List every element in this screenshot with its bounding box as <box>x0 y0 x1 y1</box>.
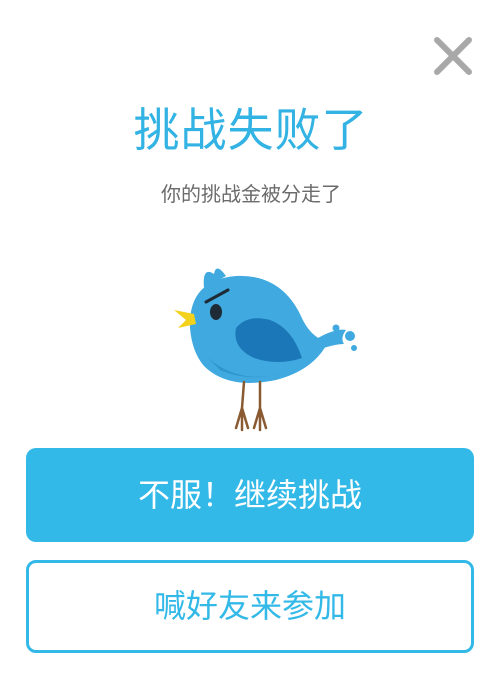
bird-illustration <box>168 258 368 438</box>
close-icon <box>434 37 472 75</box>
subtitle-text: 你的挑战金被分走了 <box>161 182 341 206</box>
invite-friends-button[interactable]: 喊好友来参加 <box>26 560 474 653</box>
close-button[interactable] <box>431 34 475 78</box>
page-title: 挑战失败了 <box>133 103 369 157</box>
angry-bird-icon <box>174 268 357 432</box>
retry-challenge-button[interactable]: 不服！继续挑战 <box>26 448 474 542</box>
